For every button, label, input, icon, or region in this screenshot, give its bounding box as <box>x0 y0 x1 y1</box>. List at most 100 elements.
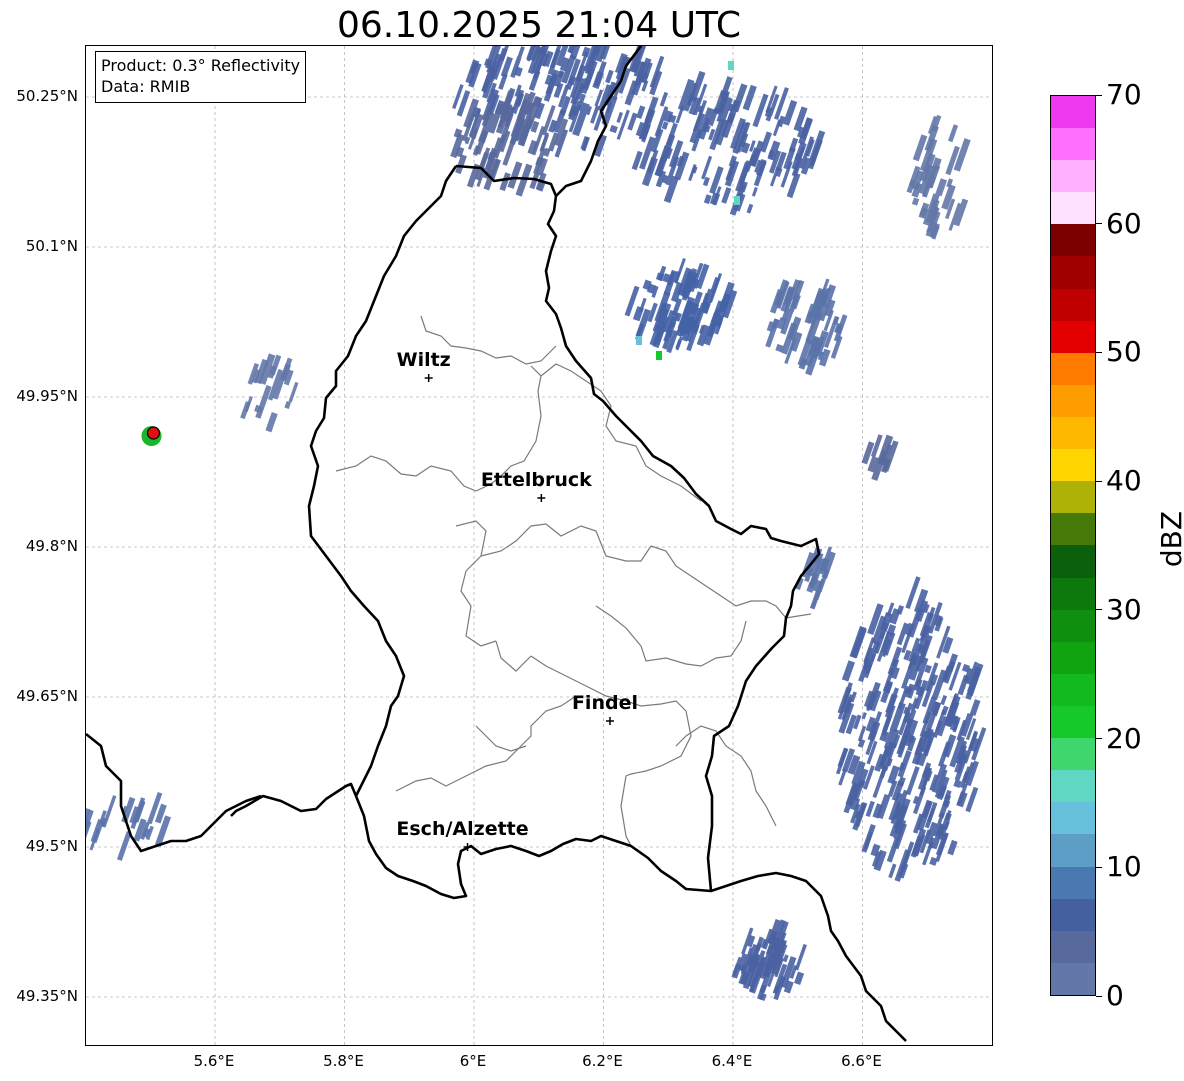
colorbar-tick-label: 70 <box>1106 78 1142 111</box>
radar-echo <box>284 401 292 410</box>
radar-echo <box>638 297 647 313</box>
colorbar-tick <box>1096 866 1102 868</box>
colorbar-label: dBZ <box>1155 510 1184 568</box>
colorbar-segment <box>1051 513 1095 546</box>
radar-echo <box>288 381 299 403</box>
colorbar-tick <box>1096 480 1102 482</box>
radar-echo <box>806 311 815 319</box>
lat-label: 49.95°N <box>16 387 78 405</box>
radar-echo <box>254 404 263 414</box>
radar-echo <box>965 786 979 813</box>
product-info-box: Product: 0.3° Reflectivity Data: RMIB <box>95 51 307 103</box>
radar-echo <box>728 155 737 168</box>
radar-echo <box>517 46 525 58</box>
colorbar-segment <box>1051 577 1095 610</box>
city-label: Ettelbruck <box>480 469 592 491</box>
colorbar-segment <box>1051 866 1095 899</box>
colorbar-segment <box>1051 962 1095 995</box>
radar-echo <box>265 412 278 433</box>
radar-echo <box>536 181 546 192</box>
radar-echo <box>705 125 711 133</box>
radar-echo <box>929 673 939 686</box>
radar-echo <box>258 353 276 385</box>
radar-echo <box>947 839 958 856</box>
radar-echoes <box>86 46 987 1001</box>
canton-borders <box>335 315 812 847</box>
radar-echo-strong <box>734 196 740 205</box>
radar-echo <box>794 943 807 971</box>
radar-echo <box>636 105 646 119</box>
radar-echo-strong <box>656 351 662 360</box>
colorbar-segment <box>1051 609 1095 642</box>
radar-echo <box>891 658 900 668</box>
radar-echo <box>870 434 883 458</box>
radar-echo <box>783 147 796 170</box>
radar-echo <box>953 138 971 172</box>
country-borders <box>86 46 907 1042</box>
colorbar-segment <box>1051 641 1095 674</box>
radar-echo <box>819 557 830 573</box>
radar-echo <box>794 971 805 985</box>
radar-echo <box>879 612 893 632</box>
radar-map <box>85 45 993 1046</box>
radar-echo <box>793 106 808 132</box>
colorbar-tick <box>1096 351 1102 353</box>
radar-echo <box>670 281 684 303</box>
radar-echo <box>116 831 132 861</box>
radar-echo <box>772 119 782 137</box>
colorbar-tick <box>1096 609 1102 611</box>
radar-echo <box>950 714 959 725</box>
radar-echo <box>961 663 971 673</box>
radar-echo <box>646 283 657 294</box>
radar-echo <box>527 139 539 155</box>
radar-echo <box>624 285 640 317</box>
radar-echo <box>631 72 645 96</box>
radar-echo <box>867 456 879 473</box>
radar-echo <box>667 114 677 124</box>
colorbar-tick-label: 10 <box>1106 850 1142 884</box>
radar-echo <box>721 187 732 204</box>
colorbar-segment <box>1051 802 1095 835</box>
radar-echo <box>500 56 513 78</box>
radar-echo <box>861 823 876 853</box>
radar-echo <box>886 624 897 637</box>
radar-echo <box>631 150 643 171</box>
radar-echo <box>718 299 729 313</box>
radar-echo <box>746 203 754 214</box>
data-source-text: Data: RMIB <box>101 77 191 96</box>
radar-echo <box>935 178 948 197</box>
radar-echo <box>886 757 893 767</box>
lat-label: 49.35°N <box>16 987 78 1005</box>
radar-echo-strong <box>728 61 734 70</box>
lat-label: 50.1°N <box>25 237 78 255</box>
radar-echo <box>833 316 840 325</box>
colorbar-segment <box>1051 706 1095 739</box>
radar-echo <box>909 179 915 187</box>
radar-echo <box>953 779 962 789</box>
radar-echo <box>857 738 866 748</box>
dbz-colorbar <box>1050 95 1096 996</box>
radar-echo <box>456 90 471 117</box>
colorbar-segment <box>1051 898 1095 931</box>
radar-echo <box>911 197 920 206</box>
lat-label: 49.8°N <box>25 537 78 555</box>
radar-echo <box>759 131 772 153</box>
radar-echo <box>924 664 932 674</box>
radar-echo <box>455 154 467 175</box>
colorbar-segment <box>1051 224 1095 257</box>
canton-border-esch-north <box>395 695 577 792</box>
radar-echo <box>863 765 875 790</box>
colorbar-segment <box>1051 160 1095 193</box>
belgium-border-west <box>86 732 262 853</box>
radar-echo <box>889 608 901 625</box>
lon-label: 5.8°E <box>323 1052 364 1070</box>
radar-echo <box>702 176 710 187</box>
lon-label: 5.6°E <box>193 1052 235 1070</box>
colorbar-tick-label: 40 <box>1106 464 1142 498</box>
city-label: Findel <box>571 692 638 714</box>
radar-echo <box>742 84 757 111</box>
lon-label: 6.4°E <box>711 1052 753 1070</box>
radar-echo <box>616 111 624 124</box>
lon-label: 6.6°E <box>841 1052 882 1070</box>
radar-echo <box>838 768 847 786</box>
